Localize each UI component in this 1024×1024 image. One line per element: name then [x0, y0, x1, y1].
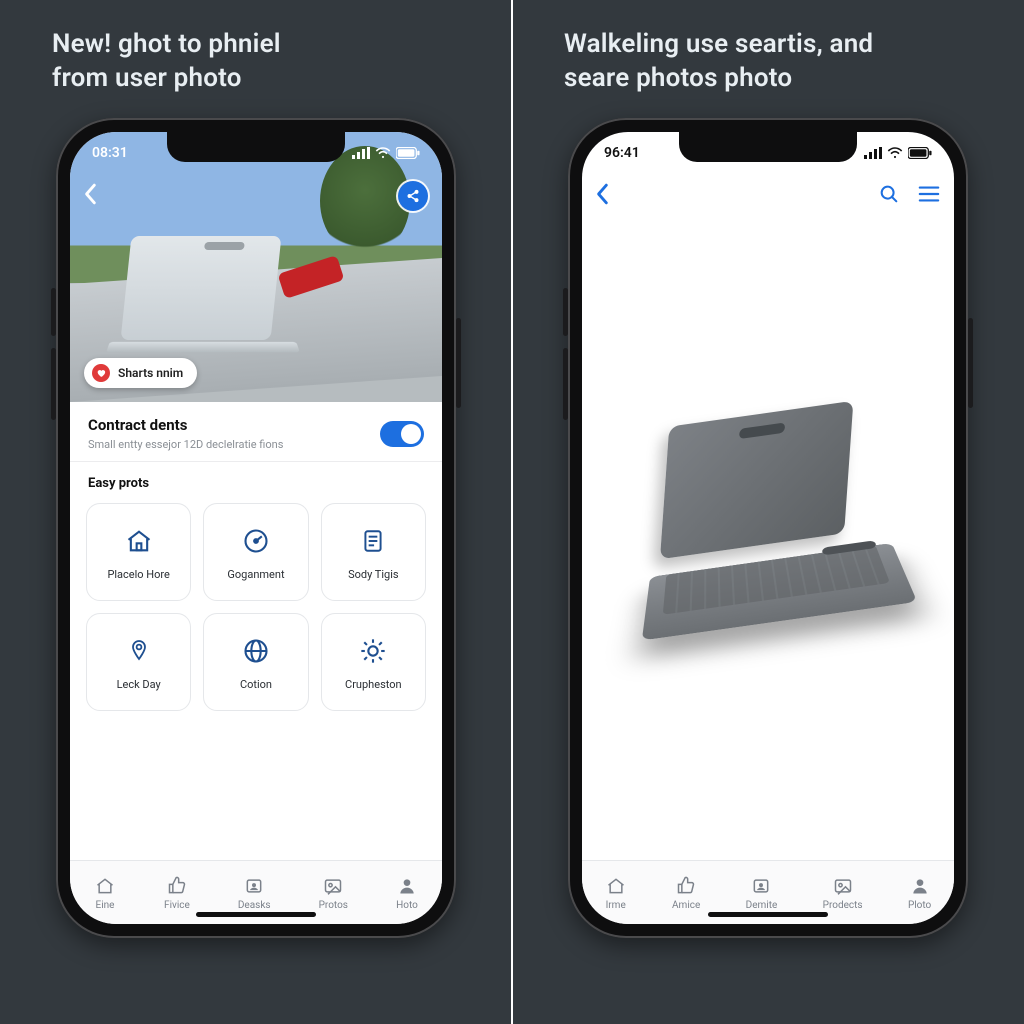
gauge-icon [239, 524, 273, 558]
product-render [623, 407, 912, 671]
phone-frame-left: Sharts nnim 08:31 [56, 118, 456, 938]
tile-cotion[interactable]: Cotion [203, 613, 308, 711]
tab-label: Deasks [238, 900, 271, 911]
tab-fivice[interactable]: Fivice [164, 875, 190, 911]
panel-right: Walkeling use seartis, andseare photos p… [512, 0, 1024, 1024]
tile-label: Leck Day [117, 678, 161, 691]
battery-icon [908, 147, 932, 159]
setting-row-contract: Contract dents Small entty essejor 12D d… [70, 402, 442, 462]
status-time: 96:41 [604, 145, 640, 161]
phone-notch [167, 132, 345, 162]
tab-eine[interactable]: Eine [94, 875, 116, 911]
tab-label: Hoto [396, 900, 418, 911]
status-time: 08:31 [92, 145, 128, 161]
hero-chip[interactable]: Sharts nnim [84, 358, 197, 388]
phone-power-button [968, 318, 973, 408]
tab-label: Ploto [908, 900, 931, 911]
person-icon [909, 875, 931, 897]
cellular-icon [864, 147, 882, 159]
tab-irme[interactable]: Irme [605, 875, 627, 911]
tab-hoto[interactable]: Hoto [396, 875, 418, 911]
search-button[interactable] [878, 183, 900, 209]
document-icon [356, 524, 390, 558]
nav-bar [582, 174, 954, 218]
hero-chip-label: Sharts nnim [118, 366, 183, 380]
tab-deasks[interactable]: Deasks [238, 875, 271, 911]
tab-protos[interactable]: Protos [319, 875, 348, 911]
tab-label: Eine [96, 900, 115, 911]
phone-screen-right: 96:41 [582, 132, 954, 924]
wifi-icon [375, 147, 391, 159]
tab-label: Demite [746, 900, 778, 911]
tab-label: Irme [606, 900, 626, 911]
back-button[interactable] [84, 183, 98, 209]
tile-goganment[interactable]: Goganment [203, 503, 308, 601]
tab-label: Prodects [823, 900, 863, 911]
tile-grid: Placelo Hore Goganment Sody Tigis Leck D… [70, 497, 442, 711]
search-icon [878, 183, 900, 205]
share-icon [406, 189, 420, 203]
user-card-icon [750, 875, 772, 897]
phone-power-button [456, 318, 461, 408]
back-button[interactable] [596, 183, 610, 209]
panel-left-headline: New! ghot to phnielfrom user photo [52, 28, 281, 96]
tile-crupheston[interactable]: Crupheston [321, 613, 426, 711]
person-icon [396, 875, 418, 897]
share-button[interactable] [398, 181, 428, 211]
house-icon [122, 524, 156, 558]
nav-bar [70, 174, 442, 218]
home-icon [605, 875, 627, 897]
home-indicator[interactable] [708, 912, 828, 917]
tile-label: Goganment [227, 568, 284, 581]
thumbs-up-icon [675, 875, 697, 897]
setting-toggle[interactable] [380, 421, 424, 447]
tile-sody-tigis[interactable]: Sody Tigis [321, 503, 426, 601]
tile-label: Placelo Hore [107, 568, 169, 581]
setting-subtitle: Small entty essejor 12D declelratie fion… [88, 438, 283, 451]
home-indicator[interactable] [196, 912, 316, 917]
globe-icon [239, 634, 273, 668]
tab-amice[interactable]: Amice [672, 875, 700, 911]
tab-ploto[interactable]: Ploto [908, 875, 931, 911]
tab-demite[interactable]: Demite [746, 875, 778, 911]
setting-title: Contract dents [88, 416, 283, 434]
phone-volume-button [563, 348, 568, 420]
tab-prodects[interactable]: Prodects [823, 875, 863, 911]
sun-icon [356, 634, 390, 668]
heart-icon [92, 364, 110, 382]
panel-right-headline: Walkeling use seartis, andseare photos p… [564, 28, 873, 96]
menu-icon [918, 185, 940, 203]
product-viewer[interactable] [582, 218, 954, 860]
home-icon [94, 875, 116, 897]
wifi-icon [887, 147, 903, 159]
phone-volume-button [563, 288, 568, 336]
tab-label: Fivice [164, 900, 190, 911]
tile-label: Cotion [240, 678, 272, 691]
grid-heading: Easy prots [70, 462, 442, 497]
phone-volume-button [51, 288, 56, 336]
phone-screen-left: Sharts nnim 08:31 [70, 132, 442, 924]
battery-icon [396, 147, 420, 159]
image-icon [832, 875, 854, 897]
phone-volume-button [51, 348, 56, 420]
tile-leck-day[interactable]: Leck Day [86, 613, 191, 711]
vertical-divider [511, 0, 513, 1024]
phone-notch [679, 132, 857, 162]
tab-label: Amice [672, 900, 700, 911]
menu-button[interactable] [918, 185, 940, 207]
tile-label: Sody Tigis [348, 568, 399, 581]
thumbs-up-icon [166, 875, 188, 897]
panel-left: New! ghot to phnielfrom user photo S [0, 0, 512, 1024]
phone-frame-right: 96:41 [568, 118, 968, 938]
image-icon [322, 875, 344, 897]
tab-label: Protos [319, 900, 348, 911]
tile-placelo-hore[interactable]: Placelo Hore [86, 503, 191, 601]
cellular-icon [352, 147, 370, 159]
user-card-icon [243, 875, 265, 897]
pin-icon [122, 634, 156, 668]
tile-label: Crupheston [345, 678, 402, 691]
